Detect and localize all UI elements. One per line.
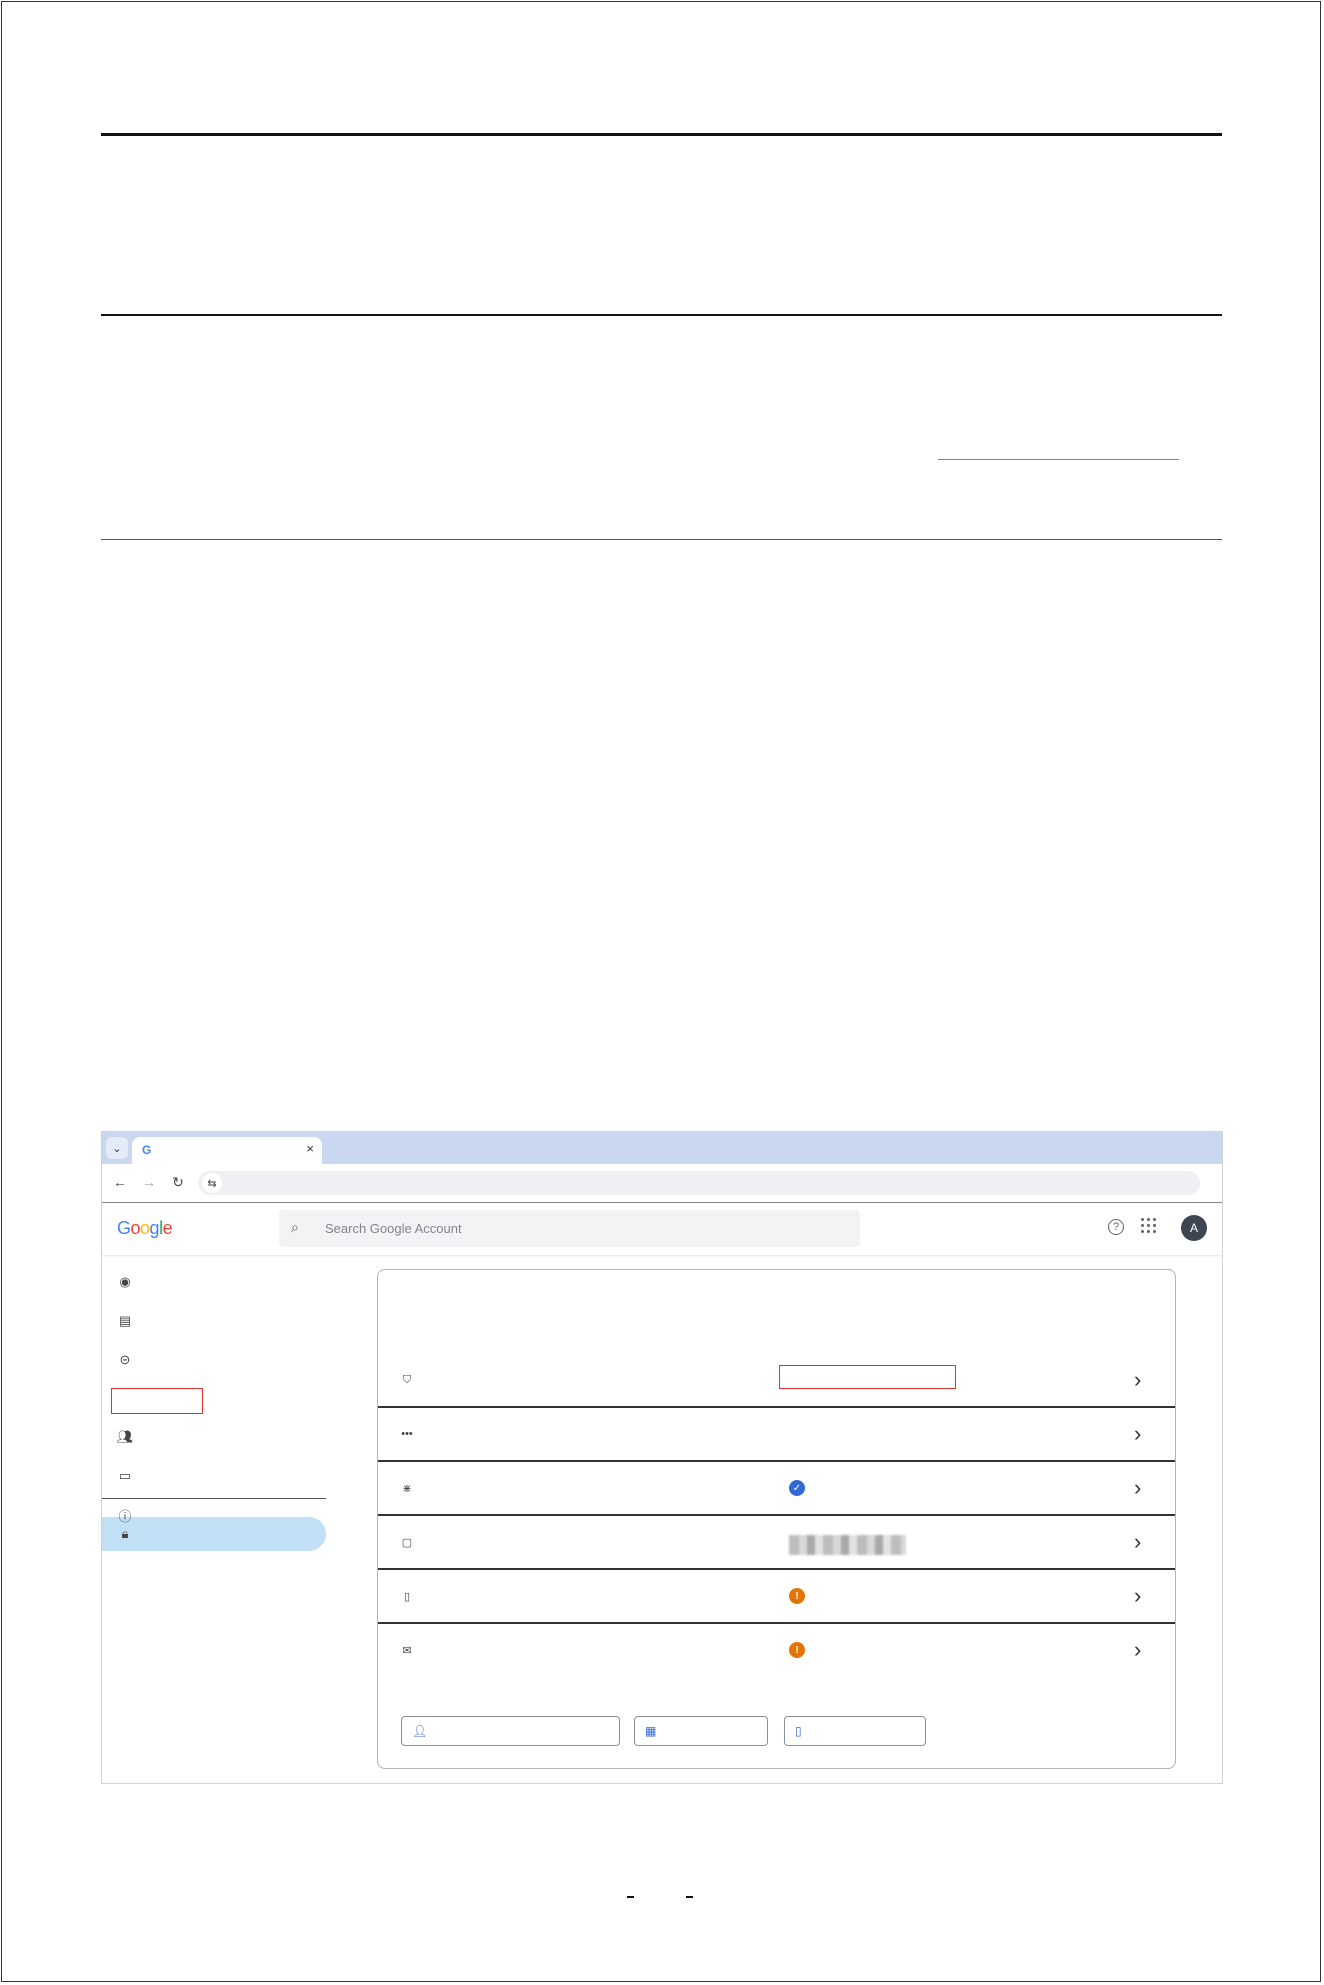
shield-icon: ⛉ — [402, 1373, 412, 1386]
close-tab-icon[interactable]: × — [306, 1141, 314, 1156]
search-box: ⌕ — [279, 1210, 860, 1247]
browser-tab[interactable]: G × — [132, 1137, 322, 1164]
url-field[interactable]: ⇆ — [198, 1171, 1200, 1195]
data-privacy-icon: ⊝ — [119, 1352, 131, 1367]
google-logo[interactable]: Google — [117, 1218, 173, 1239]
security-row-shield[interactable]: ⛉ › — [378, 1353, 1175, 1406]
sidebar-item-data-privacy[interactable]: ⊝ — [102, 1343, 326, 1377]
help-icon[interactable]: ? — [1108, 1219, 1124, 1235]
chevron-right-icon: › — [1134, 1637, 1142, 1662]
chevron-right-icon: › — [1134, 1583, 1142, 1608]
sidebar-item-personal-info[interactable]: ▤ — [102, 1304, 326, 1338]
add-person-chip[interactable]: 👤︎ — [401, 1716, 620, 1746]
footer-mark — [686, 1896, 693, 1898]
add-person-icon: 👤︎ — [412, 1724, 428, 1738]
personal-info-icon: ▤ — [118, 1313, 132, 1328]
blurred-value — [789, 1535, 906, 1555]
password-icon: ••• — [401, 1428, 413, 1440]
site-settings-icon[interactable]: ⇆ — [202, 1173, 222, 1193]
apps-grid-icon[interactable] — [1141, 1218, 1157, 1234]
chevron-right-icon: › — [1134, 1475, 1142, 1500]
people-sharing-icon: 👥︎ — [116, 1429, 134, 1444]
account-header: Google ⌕ ? A — [102, 1203, 1222, 1255]
forward-arrow-icon[interactable]: → — [139, 1172, 159, 1192]
highlight-box — [779, 1365, 956, 1389]
sms-icon: ▢ — [401, 1536, 413, 1549]
avatar[interactable]: A — [1181, 1215, 1207, 1241]
chevron-right-icon: › — [1134, 1367, 1142, 1392]
status-warning-icon: ! — [789, 1642, 805, 1658]
reload-icon[interactable]: ↻ — [168, 1172, 188, 1192]
footer-mark — [627, 1896, 634, 1898]
status-ok-icon: ✓ — [789, 1480, 805, 1496]
search-input[interactable] — [325, 1210, 825, 1247]
browser-screenshot: ⌄ G × ← → ↻ ⇆ Google ⌕ ? A ◉ ▤ — [101, 1131, 1223, 1784]
security-card: ⛉ › ••• › ⋇ ✓ › ▢ › ▯ ! › ✉ ! › 👤︎ ▦ ▯ — [377, 1269, 1176, 1769]
chevron-right-icon: › — [1134, 1421, 1142, 1446]
google-favicon-icon: G — [142, 1143, 152, 1157]
search-icon: ⌕ — [291, 1219, 299, 1235]
sidebar-item-home[interactable]: ◉ — [102, 1265, 326, 1299]
chevron-right-icon: › — [1134, 1529, 1142, 1554]
highlight-box-nav — [111, 1388, 203, 1414]
back-arrow-icon[interactable]: ← — [110, 1172, 130, 1192]
sidebar-item-about[interactable]: ⓘ — [102, 1498, 326, 1532]
email-icon: ✉ — [402, 1644, 412, 1657]
link-underline — [938, 459, 1179, 460]
mid-rule — [101, 314, 1222, 316]
qr-code-chip[interactable]: ▦ — [634, 1716, 768, 1746]
home-icon: ◉ — [119, 1274, 131, 1289]
skip-password-icon: ⋇ — [402, 1482, 412, 1495]
phone-prompt-icon: ▯ — [403, 1590, 411, 1603]
security-row-sms[interactable]: ▢ › — [378, 1515, 1175, 1568]
security-row-phone-prompt[interactable]: ▯ ! › — [378, 1569, 1175, 1622]
sidebar-item-payments[interactable]: ▭ — [102, 1459, 326, 1493]
sidebar-item-people-sharing[interactable]: 👥︎ — [102, 1420, 326, 1454]
security-row-skip-password[interactable]: ⋇ ✓ › — [378, 1461, 1175, 1514]
payments-icon: ▭ — [118, 1468, 132, 1483]
tab-bar: ⌄ G × — [102, 1132, 1222, 1164]
security-row-email[interactable]: ✉ ! › — [378, 1623, 1175, 1676]
status-warning-icon: ! — [789, 1588, 805, 1604]
phone-chip[interactable]: ▯ — [784, 1716, 926, 1746]
top-rule — [101, 133, 1222, 136]
about-icon: ⓘ — [118, 1508, 132, 1524]
security-row-password[interactable]: ••• › — [378, 1407, 1175, 1460]
phone-icon: ▯ — [795, 1724, 802, 1738]
lower-rule — [101, 539, 1222, 540]
qr-code-icon: ▦ — [645, 1724, 657, 1738]
chevron-down-icon[interactable]: ⌄ — [106, 1137, 128, 1159]
address-bar: ← → ↻ ⇆ — [102, 1164, 1222, 1203]
